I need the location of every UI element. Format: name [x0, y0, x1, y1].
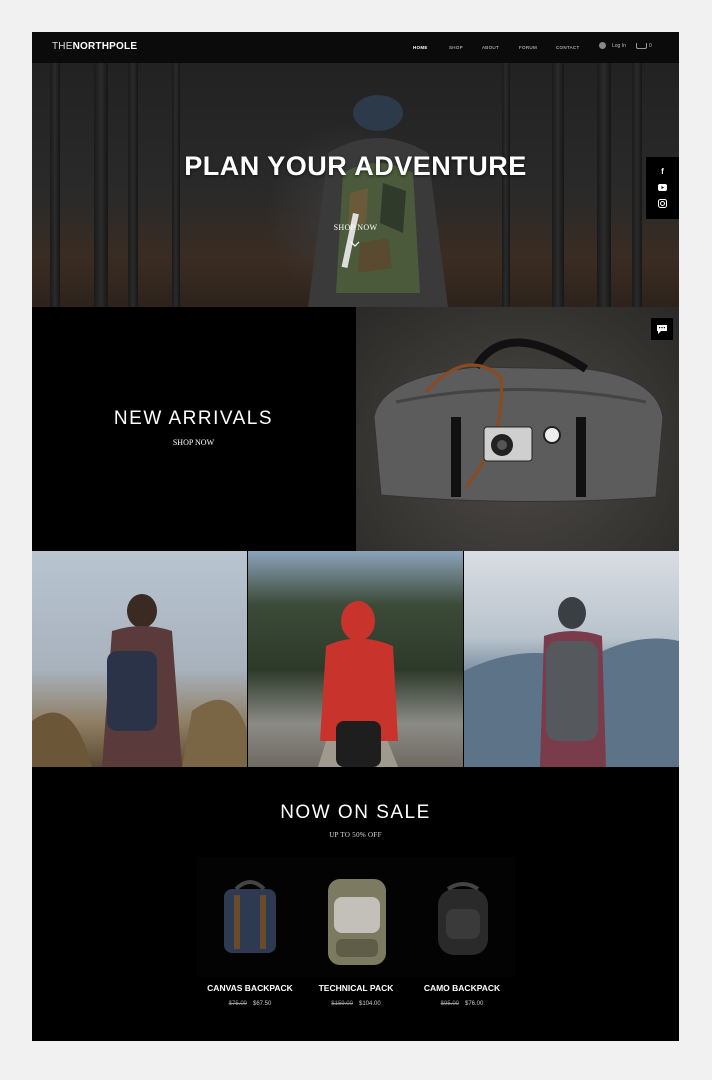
product-image-canvas-backpack[interactable] — [196, 857, 304, 977]
nav-contact[interactable]: CONTACT — [556, 45, 580, 50]
tree-trunk — [502, 63, 510, 307]
user-avatar-icon — [599, 42, 606, 49]
product-image-camo-backpack[interactable] — [408, 857, 516, 977]
login-button[interactable]: Log In — [599, 42, 626, 49]
product-old-price: $159.00 — [331, 1001, 353, 1007]
new-arrivals-shop-now-link[interactable]: SHOP NOW — [32, 438, 355, 447]
chat-button[interactable] — [651, 318, 673, 340]
site-logo[interactable]: THENORTHPOLE — [52, 41, 137, 52]
product-sale-price: $104.00 — [359, 1001, 381, 1007]
product-sale-price: $67.50 — [253, 1001, 272, 1007]
hero-banner: PLAN YOUR ADVENTURE SHOP NOW — [32, 63, 679, 307]
logo-prefix: THE — [52, 41, 73, 52]
tree-trunk — [172, 63, 180, 307]
gallery-image-field-hiker — [32, 551, 247, 767]
chat-icon — [657, 324, 667, 334]
nav-shop[interactable]: SHOP — [449, 45, 463, 50]
product-image-technical-pack[interactable] — [302, 857, 410, 977]
tree-trunk — [94, 63, 108, 307]
product-price: $95.00 $76.00 — [408, 1001, 516, 1007]
facebook-icon[interactable]: f — [657, 166, 668, 177]
tree-trunk — [552, 63, 564, 307]
product-name[interactable]: CAMO BACKPACK — [408, 983, 516, 993]
tree-trunk — [128, 63, 138, 307]
product-price: $75.00 $67.50 — [196, 1001, 304, 1007]
cart-button[interactable]: 0 — [636, 43, 652, 49]
nav-about[interactable]: ABOUT — [482, 45, 499, 50]
duffel-bag-image — [356, 307, 679, 551]
product-price: $159.00 $104.00 — [302, 1001, 410, 1007]
tree-trunk — [50, 63, 60, 307]
product-sale-price: $76.00 — [465, 1001, 484, 1007]
tree-trunk — [597, 63, 611, 307]
product-old-price: $75.00 — [228, 1001, 247, 1007]
nav-forum[interactable]: FORUM — [519, 45, 537, 50]
sale-section: NOW ON SALE UP TO 50% OFF CANVAS BACKPAC… — [32, 767, 679, 1041]
hero-title: PLAN YOUR ADVENTURE — [184, 151, 527, 181]
hiker-image — [308, 95, 448, 307]
site-header: THENORTHPOLE HOME SHOP ABOUT FORUM CONTA… — [32, 32, 679, 63]
product-card[interactable]: CAMO BACKPACK $95.00 $76.00 — [408, 857, 516, 1007]
chevron-down-icon[interactable] — [350, 239, 360, 249]
sale-title: NOW ON SALE — [280, 802, 431, 823]
tree-trunk — [632, 63, 642, 307]
youtube-icon[interactable] — [657, 182, 668, 193]
site-page: THENORTHPOLE HOME SHOP ABOUT FORUM CONTA… — [32, 32, 679, 1041]
hero-shop-now-link[interactable]: SHOP NOW — [32, 223, 679, 232]
lifestyle-gallery — [32, 551, 679, 767]
new-arrivals-title: NEW ARRIVALS — [113, 408, 274, 429]
nav-home[interactable]: HOME — [413, 45, 428, 50]
new-arrivals-panel: NEW ARRIVALS SHOP NOW — [32, 307, 355, 551]
product-card[interactable]: TECHNICAL PACK $159.00 $104.00 — [302, 857, 410, 1007]
product-card[interactable]: CANVAS BACKPACK $75.00 $67.50 — [196, 857, 304, 1007]
gallery-image-forest-hiker — [248, 551, 463, 767]
gallery-image-mountain-hiker — [464, 551, 679, 767]
cart-count: 0 — [649, 43, 652, 49]
logo-name: NORTHPOLE — [72, 41, 138, 52]
product-name[interactable]: CANVAS BACKPACK — [196, 983, 304, 993]
product-old-price: $95.00 — [440, 1001, 459, 1007]
sale-subtitle: UP TO 50% OFF — [329, 831, 382, 839]
social-bar: f — [646, 157, 679, 219]
login-label: Log In — [612, 42, 626, 49]
instagram-icon[interactable] — [657, 198, 668, 209]
cart-icon — [636, 43, 647, 49]
product-name[interactable]: TECHNICAL PACK — [302, 983, 410, 993]
